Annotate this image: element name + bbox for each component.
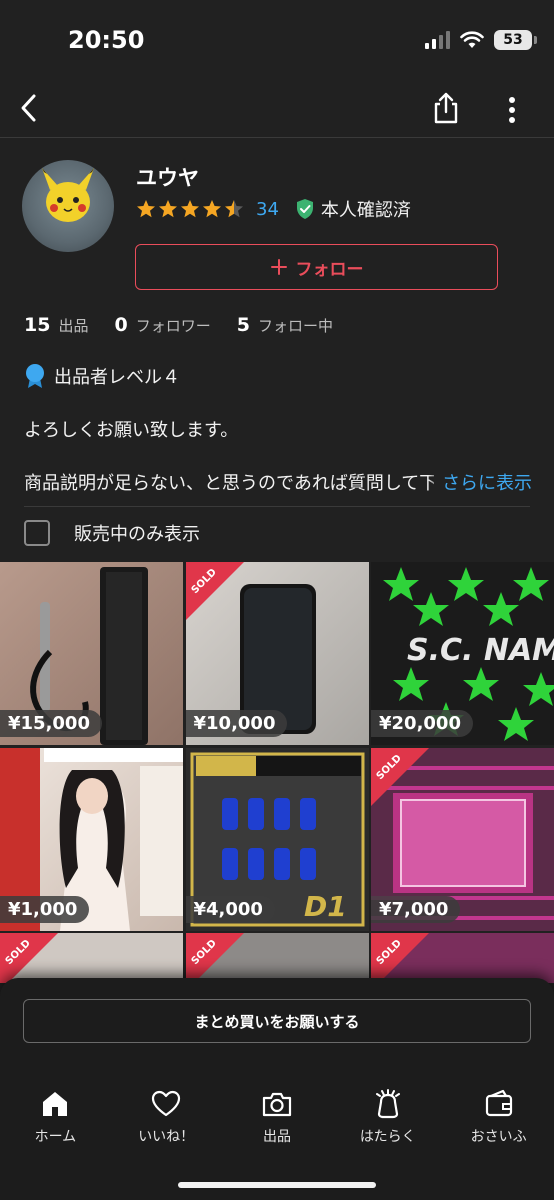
rating-row[interactable]: 34 本人確認済	[136, 197, 411, 221]
svg-text:S.C. NAM: S.C. NAM	[407, 633, 554, 668]
item-price: ¥1,000	[0, 895, 90, 923]
camera-icon	[262, 1092, 292, 1117]
more-options-icon[interactable]	[500, 92, 524, 128]
stat-following-label: フォロー中	[257, 317, 333, 335]
profile-description-text: 商品説明が足らない、と思うのであれば質問して下さい	[24, 473, 434, 494]
battery-indicator: 53	[494, 30, 537, 50]
divider	[24, 506, 530, 507]
bottom-panel: まとめ買いをお願いする ホーム いいね！ 出品 はたらく おさいふ	[0, 978, 554, 1200]
item-price: ¥20,000	[371, 710, 473, 737]
show-more-link[interactable]: さらに表示	[428, 469, 532, 495]
tab-home-label: ホーム	[34, 1129, 77, 1145]
status-icons: 53	[425, 30, 537, 50]
star-icon	[181, 200, 199, 218]
medal-icon	[26, 364, 44, 388]
item-tile[interactable]: SOLD	[371, 933, 554, 983]
item-price: ¥10,000	[185, 710, 288, 737]
star-icon	[137, 200, 155, 218]
star-icon	[225, 200, 243, 218]
stat-followers-value: 0	[114, 314, 128, 336]
item-tile[interactable]: S.C. NAM ¥20,000	[371, 562, 554, 745]
tab-sell-label: 出品	[262, 1129, 291, 1145]
nav-bar	[0, 84, 554, 138]
cellular-signal-icon	[425, 31, 450, 49]
item-price: ¥4,000	[185, 895, 275, 923]
on-sale-checkbox[interactable]	[24, 520, 50, 546]
stat-following-value: 5	[236, 314, 250, 336]
item-tile[interactable]: SOLD ¥7,000	[371, 747, 554, 931]
heart-icon	[152, 1090, 181, 1117]
avatar-image	[42, 168, 94, 222]
status-time: 20:50	[68, 26, 145, 54]
wallet-icon	[485, 1089, 512, 1117]
home-icon	[43, 1092, 68, 1116]
tab-work[interactable]: はたらく	[332, 1088, 443, 1148]
share-icon[interactable]	[428, 90, 464, 126]
stat-following[interactable]: 5 フォロー中	[237, 314, 333, 336]
on-sale-filter-label: 販売中のみ表示	[74, 524, 200, 545]
item-tile[interactable]: ¥15,000	[0, 562, 183, 745]
tab-likes[interactable]: いいね！	[111, 1088, 222, 1148]
follow-label: フォロー	[295, 259, 364, 280]
follow-button[interactable]: フォロー	[135, 244, 498, 290]
star-icon	[159, 200, 177, 218]
tab-bar: ホーム いいね！ 出品 はたらく おさいふ	[0, 1088, 554, 1148]
item-tile[interactable]: SOLD	[185, 933, 369, 983]
seller-level[interactable]: 出品者レベル４	[24, 363, 180, 389]
profile-description: 商品説明が足らない、と思うのであれば質問して下さい さらに表示	[24, 469, 532, 495]
tab-work-label: はたらく	[359, 1129, 416, 1145]
item-price: ¥15,000	[0, 710, 102, 737]
item-tile[interactable]: ¥1,000	[0, 747, 183, 931]
verified-badge: 本人確認済	[295, 196, 411, 222]
stat-listings-value: 15	[24, 314, 51, 336]
back-icon[interactable]	[14, 88, 50, 128]
avatar	[22, 160, 114, 252]
bulk-purchase-button[interactable]: まとめ買いをお願いする	[23, 999, 531, 1043]
status-bar: 20:50 53	[0, 0, 554, 84]
work-icon	[375, 1089, 400, 1119]
star-icon	[203, 200, 221, 218]
rating-count[interactable]: 34	[256, 199, 279, 220]
wifi-icon	[460, 31, 484, 48]
tab-likes-label: いいね！	[138, 1129, 195, 1145]
stat-followers-label: フォロワー	[135, 317, 211, 335]
item-price: ¥7,000	[371, 895, 461, 923]
tab-wallet-label: おさいふ	[470, 1129, 527, 1145]
stat-listings-label: 出品	[58, 317, 89, 335]
svg-text:D1: D1	[304, 890, 347, 923]
profile-intro: よろしくお願い致します。	[24, 420, 239, 441]
plus-icon	[270, 259, 287, 275]
item-tile[interactable]: SOLD ¥10,000	[185, 562, 369, 745]
username: ユウヤ	[136, 166, 199, 190]
stat-listings[interactable]: 15 出品	[24, 314, 88, 336]
stat-followers[interactable]: 0 フォロワー	[114, 314, 210, 336]
seller-level-label: 出品者レベル４	[54, 367, 180, 388]
verified-shield-icon	[296, 199, 313, 219]
item-tile[interactable]: SOLD	[0, 933, 183, 983]
profile-stats: 15 出品 0 フォロワー 5 フォロー中	[24, 314, 359, 336]
item-grid: ¥15,000 SOLD ¥10,000 S.C. NAM ¥20,000 ¥1…	[0, 562, 554, 983]
verified-label: 本人確認済	[320, 200, 411, 221]
item-tile[interactable]: D1 ¥4,000	[185, 747, 369, 931]
on-sale-filter[interactable]: 販売中のみ表示	[24, 520, 200, 546]
tab-sell[interactable]: 出品	[222, 1088, 333, 1148]
tab-home[interactable]: ホーム	[0, 1088, 111, 1148]
tab-wallet[interactable]: おさいふ	[443, 1088, 554, 1148]
rating-stars	[136, 199, 244, 219]
home-indicator	[178, 1182, 376, 1188]
